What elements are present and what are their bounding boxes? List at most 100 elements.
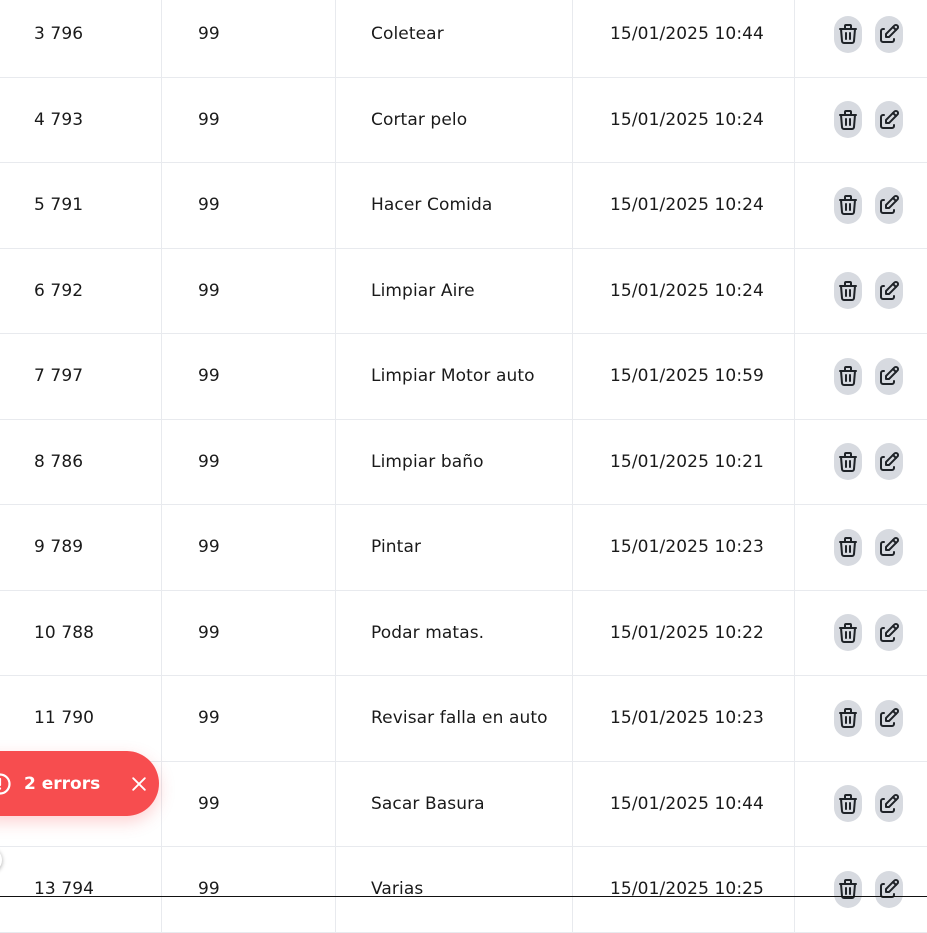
table-row: 7 797 99 Limpiar Motor auto 15/01/2025 1… xyxy=(0,334,927,420)
edit-button[interactable] xyxy=(875,357,903,395)
row-datetime: 15/01/2025 10:44 xyxy=(610,793,764,814)
error-toast[interactable]: 2 errors xyxy=(0,751,159,816)
row-id: 8 786 xyxy=(34,451,84,472)
row-actions xyxy=(834,847,927,932)
delete-button[interactable] xyxy=(834,101,862,139)
row-task-name: Revisar falla en auto xyxy=(371,708,548,729)
row-task-name: Limpiar Motor auto xyxy=(371,366,535,387)
error-count-text: 2 errors xyxy=(24,773,101,794)
edit-button[interactable] xyxy=(875,186,903,224)
row-id: 4 793 xyxy=(34,109,84,130)
row-task-name: Cortar pelo xyxy=(371,109,468,130)
row-count: 99 xyxy=(198,879,220,900)
edit-button[interactable] xyxy=(875,443,903,481)
row-actions xyxy=(834,591,927,676)
row-actions xyxy=(834,163,927,248)
row-count: 99 xyxy=(198,622,220,643)
edit-button[interactable] xyxy=(875,699,903,737)
row-actions xyxy=(834,78,927,163)
edit-button[interactable] xyxy=(875,870,903,908)
row-datetime: 15/01/2025 10:59 xyxy=(610,366,764,387)
table-row: 8 786 99 Limpiar baño 15/01/2025 10:21 xyxy=(0,420,927,505)
row-actions xyxy=(834,0,927,77)
row-task-name: Sacar Basura xyxy=(371,793,485,814)
table-row: 9 789 99 Pintar 15/01/2025 10:23 xyxy=(0,505,927,591)
edit-button[interactable] xyxy=(875,528,903,566)
delete-button[interactable] xyxy=(834,614,862,652)
row-datetime: 15/01/2025 10:44 xyxy=(610,24,764,45)
row-actions xyxy=(834,676,927,761)
row-count: 99 xyxy=(198,537,220,558)
row-task-name: Podar matas. xyxy=(371,622,485,643)
row-datetime: 15/01/2025 10:25 xyxy=(610,879,764,900)
trash-icon xyxy=(839,879,857,900)
table-row: 6 792 99 Limpiar Aire 15/01/2025 10:24 xyxy=(0,249,927,334)
table-row: 5 791 99 Hacer Comida 15/01/2025 10:24 xyxy=(0,163,927,249)
delete-button[interactable] xyxy=(834,357,862,395)
edit-icon xyxy=(880,708,899,728)
trash-icon xyxy=(839,708,857,729)
row-id: 3 796 xyxy=(34,24,84,45)
row-id: 6 792 xyxy=(34,280,84,301)
edit-icon xyxy=(880,366,899,386)
row-datetime: 15/01/2025 10:24 xyxy=(610,109,764,130)
delete-button[interactable] xyxy=(834,699,862,737)
row-datetime: 15/01/2025 10:24 xyxy=(610,280,764,301)
table-row: 11 790 99 Revisar falla en auto 15/01/20… xyxy=(0,676,927,762)
close-icon[interactable] xyxy=(128,773,150,795)
row-id: 10 788 xyxy=(34,622,95,643)
edit-icon xyxy=(880,195,899,215)
delete-button[interactable] xyxy=(834,870,862,908)
row-datetime: 15/01/2025 10:23 xyxy=(610,537,764,558)
table-row: 10 788 99 Podar matas. 15/01/2025 10:22 xyxy=(0,591,927,676)
row-task-name: Varias xyxy=(371,879,424,900)
row-task-name: Hacer Comida xyxy=(371,195,493,216)
row-count: 99 xyxy=(198,451,220,472)
row-task-name: Limpiar Aire xyxy=(371,280,475,301)
delete-button[interactable] xyxy=(834,186,862,224)
row-id: 7 797 xyxy=(34,366,84,387)
edit-icon xyxy=(880,537,899,557)
row-actions xyxy=(834,420,927,505)
edit-button[interactable] xyxy=(875,272,903,310)
row-count: 99 xyxy=(198,708,220,729)
edit-icon xyxy=(880,280,899,300)
edit-icon xyxy=(880,24,899,44)
table-row: 3 796 99 Coletear 15/01/2025 10:44 xyxy=(0,0,927,78)
alert-circle-icon xyxy=(0,770,14,798)
edit-icon xyxy=(880,109,899,129)
delete-button[interactable] xyxy=(834,15,862,53)
row-count: 99 xyxy=(198,109,220,130)
row-datetime: 15/01/2025 10:24 xyxy=(610,195,764,216)
trash-icon xyxy=(839,366,857,387)
row-task-name: Pintar xyxy=(371,537,422,558)
trash-icon xyxy=(839,451,857,472)
row-datetime: 15/01/2025 10:23 xyxy=(610,708,764,729)
row-actions xyxy=(834,249,927,334)
edit-button[interactable] xyxy=(875,101,903,139)
edit-button[interactable] xyxy=(875,785,903,823)
edit-button[interactable] xyxy=(875,614,903,652)
edit-icon xyxy=(880,793,899,813)
table-row: 4 793 99 Cortar pelo 15/01/2025 10:24 xyxy=(0,78,927,163)
edit-button[interactable] xyxy=(875,15,903,53)
row-actions xyxy=(834,505,927,590)
delete-button[interactable] xyxy=(834,443,862,481)
row-count: 99 xyxy=(198,793,220,814)
delete-button[interactable] xyxy=(834,785,862,823)
trash-icon xyxy=(839,195,857,216)
delete-button[interactable] xyxy=(834,272,862,310)
row-id: 13 794 xyxy=(34,879,95,900)
row-id: 5 791 xyxy=(34,195,84,216)
trash-icon xyxy=(839,280,857,301)
trash-icon xyxy=(839,109,857,130)
edit-icon xyxy=(880,879,899,899)
trash-icon xyxy=(839,24,857,45)
row-actions xyxy=(834,762,927,847)
trash-icon xyxy=(839,622,857,643)
edit-icon xyxy=(880,622,899,642)
row-id: 9 789 xyxy=(34,537,84,558)
table-row: 13 794 99 Varias 15/01/2025 10:25 xyxy=(0,847,927,933)
trash-icon xyxy=(839,537,857,558)
delete-button[interactable] xyxy=(834,528,862,566)
